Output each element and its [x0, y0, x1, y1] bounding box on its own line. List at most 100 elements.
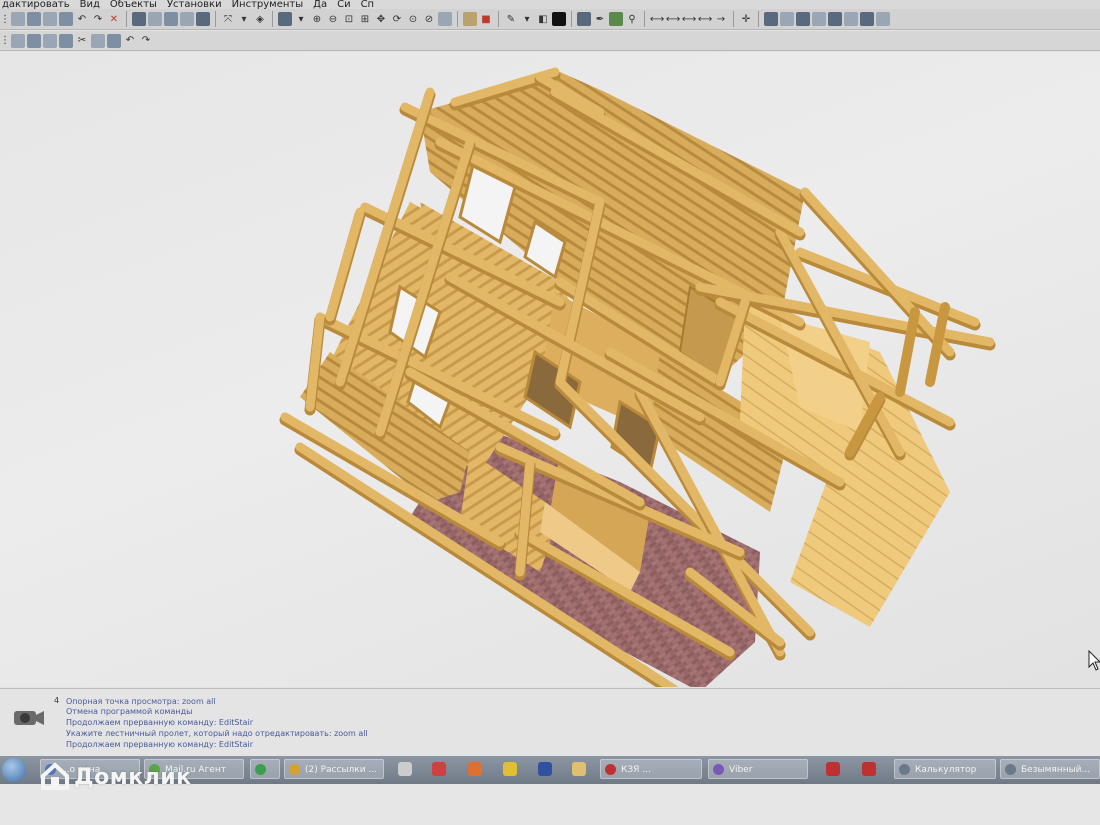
- toolbar-separator: [457, 11, 458, 27]
- print-icon[interactable]: [27, 12, 41, 26]
- zoom-in-icon[interactable]: ⊕: [310, 12, 324, 26]
- material-icon[interactable]: [577, 12, 591, 26]
- zoom-all-icon[interactable]: ⊞: [358, 12, 372, 26]
- viber-icon: [713, 764, 724, 775]
- taskbar-label: КЗЯ ...: [621, 765, 651, 775]
- panel6-icon[interactable]: [844, 12, 858, 26]
- panel3-icon[interactable]: [796, 12, 810, 26]
- screen-bottom: [0, 784, 1100, 825]
- undo-icon[interactable]: ↶: [123, 34, 137, 48]
- taskbar-icon-14[interactable]: [862, 762, 876, 776]
- rotate-icon[interactable]: ⤧: [221, 12, 235, 26]
- panel7-icon[interactable]: [860, 12, 874, 26]
- taskbar-item-browser[interactable]: (2) Рассылки ...: [284, 759, 384, 779]
- command-line-number: 4: [54, 696, 60, 705]
- redo-icon[interactable]: ↷: [91, 12, 105, 26]
- move-icon[interactable]: ✛: [739, 12, 753, 26]
- command-line-5: Продолжаем прерванную команду: EditStair: [66, 740, 254, 749]
- taskbar-icon-5[interactable]: [398, 762, 412, 776]
- panel2-icon[interactable]: [780, 12, 794, 26]
- delete-icon[interactable]: ✕: [107, 12, 121, 26]
- taskbar-item-calculator[interactable]: Калькулятор: [894, 759, 996, 779]
- taskbar-item-app[interactable]: [250, 759, 280, 779]
- toolbar-separator: [758, 11, 759, 27]
- layer-icon[interactable]: [132, 12, 146, 26]
- eyedropper-icon[interactable]: ✒: [593, 12, 607, 26]
- fill-black-icon[interactable]: [552, 12, 566, 26]
- panel-icon[interactable]: [764, 12, 778, 26]
- fit-icon[interactable]: ⊙: [406, 12, 420, 26]
- dimension-icon[interactable]: ⟷: [650, 12, 664, 26]
- log-beam: [325, 207, 365, 322]
- 3d-viewport[interactable]: [0, 52, 1100, 687]
- duplicate-icon[interactable]: [91, 33, 105, 48]
- chevron-down-icon[interactable]: ▾: [520, 12, 534, 26]
- new-icon[interactable]: [59, 12, 73, 26]
- command-line-1: Опорная точка просмотра: zoom all: [66, 697, 216, 706]
- taskbar-item-ksa[interactable]: КЗЯ ...: [600, 759, 702, 779]
- open-icon[interactable]: [43, 12, 57, 26]
- light-icon[interactable]: ■: [479, 12, 493, 26]
- dimension5-icon[interactable]: →: [714, 12, 728, 26]
- cut-icon[interactable]: [11, 33, 25, 48]
- panel5-icon[interactable]: [828, 12, 842, 26]
- taskbar-item-untitled[interactable]: Безымянный...: [1000, 759, 1100, 779]
- toolbar-separator: [571, 11, 572, 27]
- paste-special-icon[interactable]: [107, 33, 121, 48]
- pan-icon[interactable]: ✥: [374, 12, 388, 26]
- wall-icon[interactable]: [164, 12, 178, 26]
- zoom-prev-icon[interactable]: ⊘: [422, 12, 436, 26]
- log-house-model: [279, 67, 996, 687]
- calculator-icon: [899, 764, 910, 775]
- dimension3-icon[interactable]: ⟷: [682, 12, 696, 26]
- taskbar-icon-6[interactable]: [432, 762, 446, 776]
- texture-icon[interactable]: [609, 12, 623, 26]
- clipboard-icon[interactable]: [59, 33, 73, 48]
- camera-icon: [14, 711, 44, 725]
- snap-icon[interactable]: ◈: [253, 12, 267, 26]
- app-icon: [605, 764, 616, 775]
- mouse-cursor-icon: [1088, 650, 1100, 671]
- taskbar-icon-13[interactable]: [826, 762, 840, 776]
- toolbar-separator: [498, 11, 499, 27]
- house-logo-icon: [36, 760, 38, 762]
- paste-icon[interactable]: [43, 33, 57, 48]
- panel4-icon[interactable]: [812, 12, 826, 26]
- chrome-icon: [289, 764, 300, 775]
- dimension2-icon[interactable]: ⟷: [666, 12, 680, 26]
- save-icon[interactable]: [11, 12, 25, 26]
- taskbar-icon-7[interactable]: [468, 762, 482, 776]
- zoom-window-icon[interactable]: ⊡: [342, 12, 356, 26]
- shade-icon[interactable]: ◧: [536, 12, 550, 26]
- plan-icon[interactable]: [196, 12, 210, 26]
- pin-icon[interactable]: ⚲: [625, 12, 639, 26]
- domclick-logo-icon: [41, 762, 69, 790]
- taskbar-label: Viber: [729, 765, 753, 775]
- dimension4-icon[interactable]: ⟷: [698, 12, 712, 26]
- pencil-icon[interactable]: ✎: [504, 12, 518, 26]
- copy-icon[interactable]: [27, 33, 41, 48]
- taskbar-icon-9[interactable]: [538, 762, 552, 776]
- taskbar-item-viber[interactable]: Viber: [708, 759, 808, 779]
- start-button[interactable]: [2, 758, 26, 782]
- chevron-down-icon[interactable]: ▾: [237, 12, 251, 26]
- taskbar-icon-10[interactable]: [572, 762, 586, 776]
- color-icon[interactable]: [463, 12, 477, 26]
- undo-icon[interactable]: ↶: [75, 12, 89, 26]
- command-line-4: Укажите лестничный пролет, который надо …: [66, 729, 368, 738]
- edit-toolbar: ⋮ ✂ ↶ ↷: [0, 31, 1100, 51]
- panel8-icon[interactable]: [876, 12, 890, 26]
- toolbar-separator: [215, 11, 216, 27]
- view-icon[interactable]: [148, 12, 162, 26]
- scissors-icon[interactable]: ✂: [75, 34, 89, 48]
- camera-icon[interactable]: [278, 12, 292, 26]
- taskbar-icon-8[interactable]: [503, 762, 517, 776]
- command-line-2: Отмена программой команды: [66, 707, 193, 716]
- orbit-icon[interactable]: ⟳: [390, 12, 404, 26]
- box-icon[interactable]: [180, 12, 194, 26]
- redo-icon[interactable]: ↷: [139, 34, 153, 48]
- render-icon[interactable]: [438, 12, 452, 26]
- zoom-out-icon[interactable]: ⊖: [326, 12, 340, 26]
- chevron-down-icon[interactable]: ▾: [294, 12, 308, 26]
- screen: дактировать Вид Объекты Установки Инстру…: [0, 0, 1100, 825]
